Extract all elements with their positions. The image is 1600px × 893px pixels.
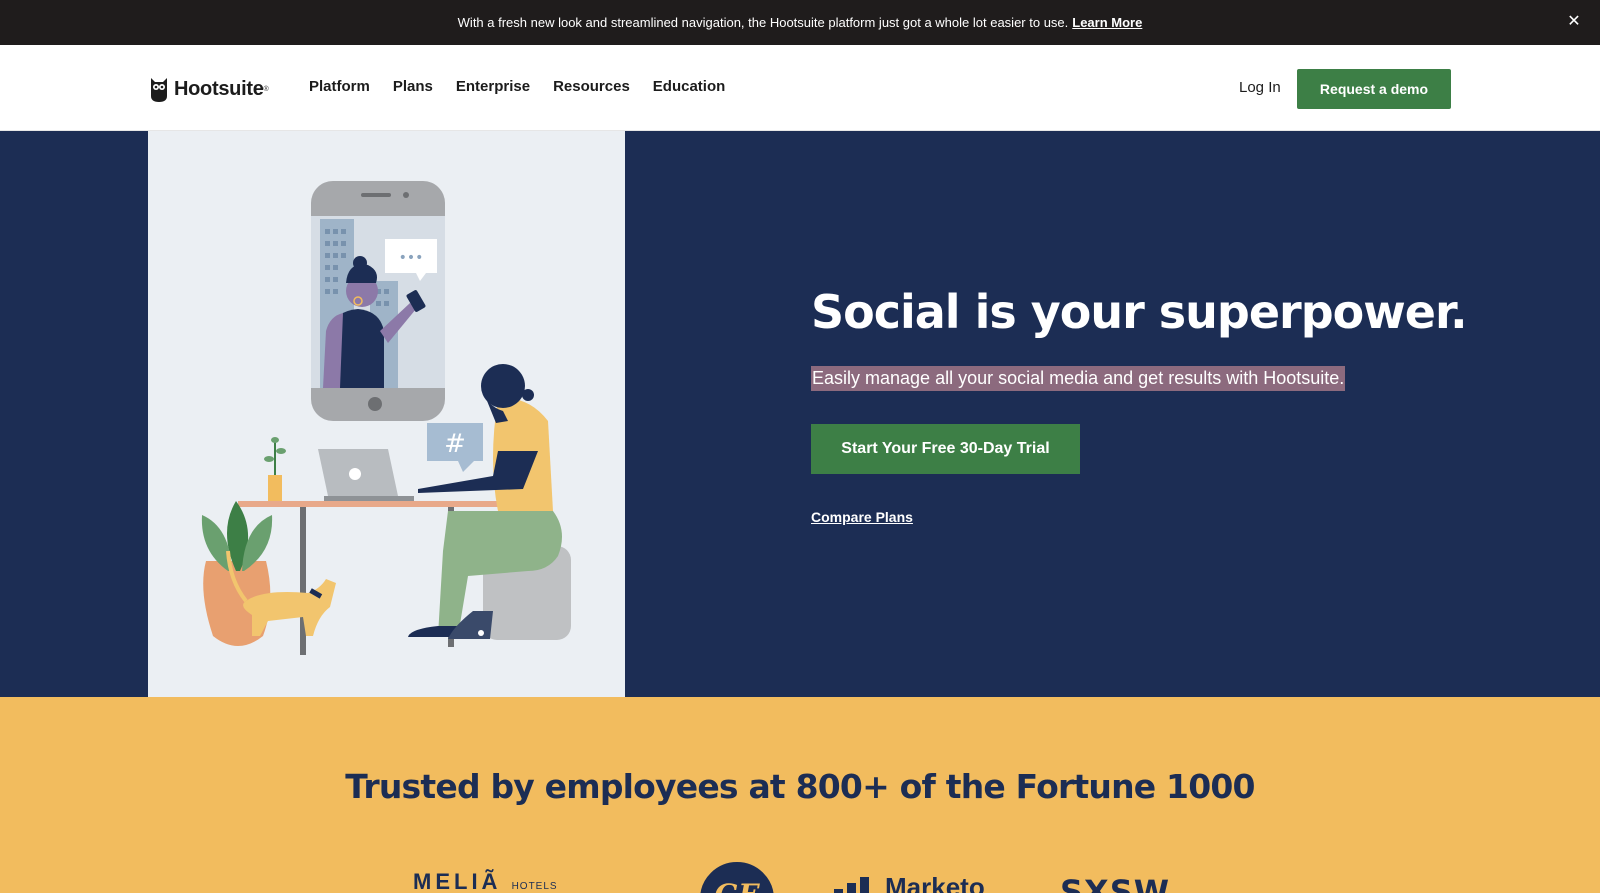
nav-menu: Platform Plans Enterprise Resources Educ… <box>309 78 748 95</box>
hero-illustration: ••• # <box>148 131 625 697</box>
nav-item-education[interactable]: Education <box>653 78 726 95</box>
hootsuite-logo[interactable]: Hootsuite ® <box>149 75 269 103</box>
learn-more-link[interactable]: Learn More <box>1072 15 1142 30</box>
marketo-bars-icon <box>834 877 873 893</box>
start-free-trial-button[interactable]: Start Your Free 30-Day Trial <box>811 424 1080 474</box>
melia-logo: MELIÃ HOTELS <box>413 869 558 893</box>
ge-logo: GE <box>700 862 774 893</box>
close-icon[interactable]: ✕ <box>1564 12 1584 32</box>
hero-section: ••• # Social is your superpower. Easily … <box>0 131 1600 697</box>
nav-item-resources[interactable]: Resources <box>553 78 630 95</box>
marketo-logo: Marketo <box>834 872 985 893</box>
trusted-title: Trusted by employees at 800+ of the Fort… <box>345 767 1255 806</box>
owl-logo-icon <box>151 78 167 102</box>
logo-text: Hootsuite <box>174 77 264 100</box>
nav-item-platform[interactable]: Platform <box>309 78 370 95</box>
nav-item-enterprise[interactable]: Enterprise <box>456 78 530 95</box>
svg-text:•••: ••• <box>399 250 424 266</box>
hero-title: Social is your superpower. <box>811 285 1468 339</box>
main-navigation: Hootsuite ® Platform Plans Enterprise Re… <box>0 45 1600 131</box>
hero-illustration-art: ••• # <box>201 181 571 655</box>
hero-subtitle: Easily manage all your social media and … <box>811 366 1346 391</box>
logo-registered-mark: ® <box>263 85 269 93</box>
request-demo-button[interactable]: Request a demo <box>1297 69 1451 109</box>
compare-plans-link[interactable]: Compare Plans <box>811 509 913 525</box>
announcement-bar: With a fresh new look and streamlined na… <box>0 0 1600 45</box>
nav-item-plans[interactable]: Plans <box>393 78 433 95</box>
sxsw-logo: SXSW <box>1060 873 1171 893</box>
hashtag-icon: # <box>444 429 466 459</box>
announcement-text: With a fresh new look and streamlined na… <box>457 15 1069 30</box>
login-link[interactable]: Log In <box>1239 79 1281 96</box>
trusted-section: Trusted by employees at 800+ of the Fort… <box>0 697 1600 893</box>
